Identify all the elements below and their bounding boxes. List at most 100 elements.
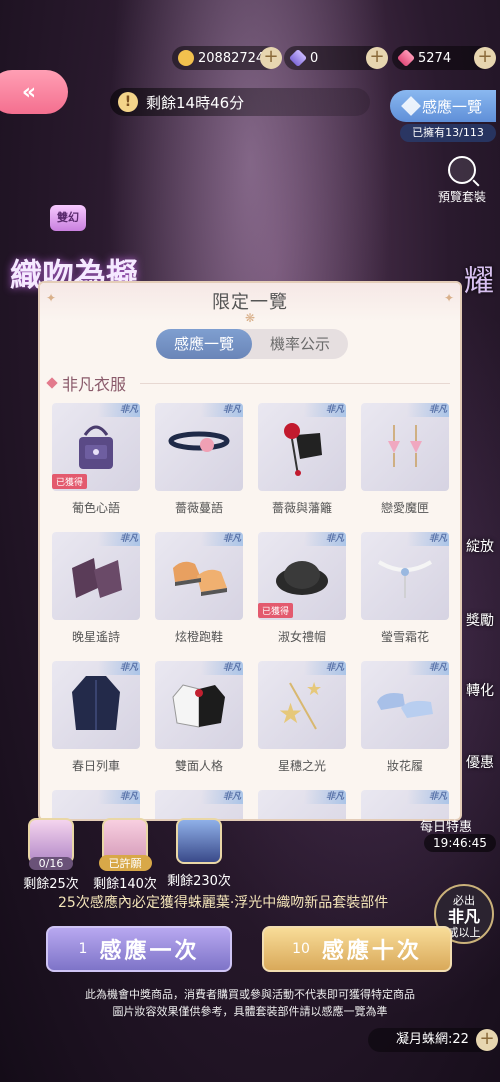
reward-remaining: 剩餘25次 bbox=[23, 877, 79, 892]
owned-count: 已擁有13/113 bbox=[400, 124, 496, 142]
item-thumbnail: 非凡 bbox=[361, 403, 449, 491]
item-thumbnail: 非凡 bbox=[52, 790, 140, 819]
item-name: 淑女禮帽 bbox=[277, 630, 326, 644]
add-diamond-button[interactable]: + bbox=[366, 47, 388, 69]
item-card[interactable]: 非凡 晚星遙詩 bbox=[52, 532, 140, 645]
rose-glove-icon bbox=[284, 423, 322, 476]
limited-overview-modal: ✦ ✦ 限定一覽 ❋ 感應一覽 機率公示 非凡衣服 非凡 已獲得 葡色心語 非凡… bbox=[38, 281, 462, 821]
banner-tag: 雙幻 bbox=[50, 205, 86, 231]
rarity-ribbon: 非凡 bbox=[407, 661, 449, 675]
draw-once-cost: 1 bbox=[78, 941, 88, 957]
item-card[interactable]: 非凡 bbox=[52, 790, 140, 819]
add-gem-button[interactable]: + bbox=[474, 47, 496, 69]
reward-progress: 0/16 bbox=[28, 857, 74, 870]
reward-avatar bbox=[176, 818, 222, 864]
side-label-discount[interactable]: 優惠 bbox=[466, 752, 494, 772]
reward-remaining: 剩餘140次 bbox=[93, 877, 157, 892]
item-name: 炫橙跑鞋 bbox=[174, 630, 223, 644]
time-left-text: 剩餘14時46分 bbox=[146, 93, 245, 112]
item-card[interactable]: 非凡 妝花履 bbox=[361, 661, 449, 774]
item-card[interactable]: 非凡 bbox=[258, 790, 346, 819]
rarity-ribbon: 非凡 bbox=[201, 790, 243, 804]
rarity-ribbon: 非凡 bbox=[304, 790, 346, 804]
reward-milestone-140[interactable]: 已許願 剩餘140次 bbox=[90, 818, 160, 892]
badge-top: 必出 bbox=[453, 894, 475, 907]
rarity-ribbon: 非凡 bbox=[304, 532, 346, 546]
side-label-convert[interactable]: 轉化 bbox=[466, 680, 494, 700]
side-label-reward[interactable]: 獎勵 bbox=[466, 610, 494, 630]
item-name: 瑩雪霜花 bbox=[380, 630, 429, 644]
item-name: 葡色心語 bbox=[71, 501, 120, 515]
item-name: 雙面人格 bbox=[174, 759, 223, 773]
svg-text:★: ★ bbox=[278, 697, 303, 730]
navy-coat-icon bbox=[72, 676, 120, 730]
side-label-bloom[interactable]: 綻放 bbox=[466, 536, 494, 556]
item-card[interactable]: 非凡 已獲得 淑女禮帽 bbox=[258, 532, 346, 645]
tab-overview[interactable]: 感應一覽 bbox=[156, 329, 252, 359]
collection-overview-label: 感應一覽 bbox=[421, 97, 482, 116]
draw-once-button[interactable]: 1 感應一次 bbox=[46, 926, 232, 972]
rarity-ribbon: 非凡 bbox=[201, 403, 243, 417]
black-hat-icon bbox=[276, 561, 328, 595]
add-ticket-button[interactable]: + bbox=[476, 1029, 498, 1051]
item-card[interactable]: 非凡 薔薇與藩籬 bbox=[258, 403, 346, 516]
item-card[interactable]: 非凡 已獲得 葡色心語 bbox=[52, 403, 140, 516]
item-card[interactable]: 非凡 春日列車 bbox=[52, 661, 140, 774]
diamond-amount: 0 bbox=[310, 50, 319, 66]
title-ornament-icon: ❋ bbox=[245, 311, 256, 325]
item-name: 晚星遙詩 bbox=[71, 630, 120, 644]
back-button[interactable]: « bbox=[0, 70, 68, 114]
daily-deal-timer: 19:46:45 bbox=[424, 834, 496, 852]
item-card[interactable]: 非凡 bbox=[155, 790, 243, 819]
svg-text:★: ★ bbox=[306, 679, 322, 700]
rarity-ribbon: 非凡 bbox=[201, 661, 243, 675]
item-thumbnail: 非凡 bbox=[258, 790, 346, 819]
magnifier-icon bbox=[448, 156, 476, 184]
item-card[interactable]: 非凡 炫橙跑鞋 bbox=[155, 532, 243, 645]
add-gold-button[interactable]: + bbox=[260, 47, 282, 69]
daily-deal-label[interactable]: 每日特惠 bbox=[420, 816, 472, 835]
alert-icon: ! bbox=[118, 92, 138, 112]
snowflake-necklace-icon bbox=[377, 560, 433, 598]
rarity-ribbon: 非凡 bbox=[98, 790, 140, 804]
item-name: 春日列車 bbox=[71, 759, 120, 773]
corner-ornament-icon: ✦ bbox=[46, 291, 57, 305]
item-thumbnail: 非凡 bbox=[155, 403, 243, 491]
reward-milestone-25[interactable]: 0/16 剩餘25次 bbox=[16, 818, 86, 892]
diamond-currency: 0 + bbox=[284, 46, 388, 70]
item-thumbnail: 非凡 bbox=[52, 532, 140, 620]
item-card[interactable]: 非凡 雙面人格 bbox=[155, 661, 243, 774]
item-name: 薔薇與藩籬 bbox=[271, 501, 332, 515]
item-card[interactable]: 非凡 瑩雪霜花 bbox=[361, 532, 449, 645]
banner-title-right: 耀 bbox=[464, 264, 494, 299]
item-card[interactable]: 非凡 ★ ★ 星穗之光 bbox=[258, 661, 346, 774]
draw-once-label: 感應一次 bbox=[99, 939, 200, 964]
lace-gloves-icon bbox=[72, 558, 122, 598]
item-card[interactable]: 非凡 薔薇蔓語 bbox=[155, 403, 243, 516]
diamond-icon bbox=[401, 96, 421, 116]
sneakers-icon bbox=[173, 561, 227, 596]
disclaimer-line-1: 此為機會中獎商品，消費者購買或參與活動不代表即可獲得特定商品 bbox=[85, 988, 415, 1001]
preview-outfit-button[interactable]: 預覽套裝 bbox=[432, 156, 492, 205]
pink-gem-icon bbox=[396, 48, 416, 68]
reward-wished-badge: 已許願 bbox=[98, 855, 152, 871]
item-thumbnail: 非凡 已獲得 bbox=[52, 403, 140, 491]
reward-milestone-230[interactable]: 剩餘230次 bbox=[164, 818, 234, 889]
gem-amount: 5274 bbox=[418, 50, 452, 66]
item-thumbnail: 非凡 bbox=[361, 661, 449, 749]
collection-overview-button[interactable]: 感應一覽 bbox=[390, 90, 496, 122]
item-thumbnail: 非凡 bbox=[155, 661, 243, 749]
item-card[interactable]: 非凡 戀愛魔匣 bbox=[361, 403, 449, 516]
item-thumbnail: 非凡 bbox=[155, 790, 243, 819]
item-name: 妝花履 bbox=[386, 759, 423, 773]
gem-currency: 5274 + bbox=[392, 46, 496, 70]
double-chevron-left-icon: « bbox=[21, 79, 37, 105]
choker-icon bbox=[168, 431, 230, 452]
tab-probability[interactable]: 機率公示 bbox=[252, 329, 348, 359]
obtained-badge: 已獲得 bbox=[52, 474, 88, 489]
gold-currency: 20882724 + bbox=[172, 46, 282, 70]
preview-outfit-label: 預覽套裝 bbox=[437, 190, 486, 204]
gold-amount: 20882724 bbox=[198, 50, 265, 66]
item-thumbnail: 非凡 已獲得 bbox=[258, 532, 346, 620]
draw-ten-button[interactable]: 10 感應十次 bbox=[262, 926, 452, 972]
